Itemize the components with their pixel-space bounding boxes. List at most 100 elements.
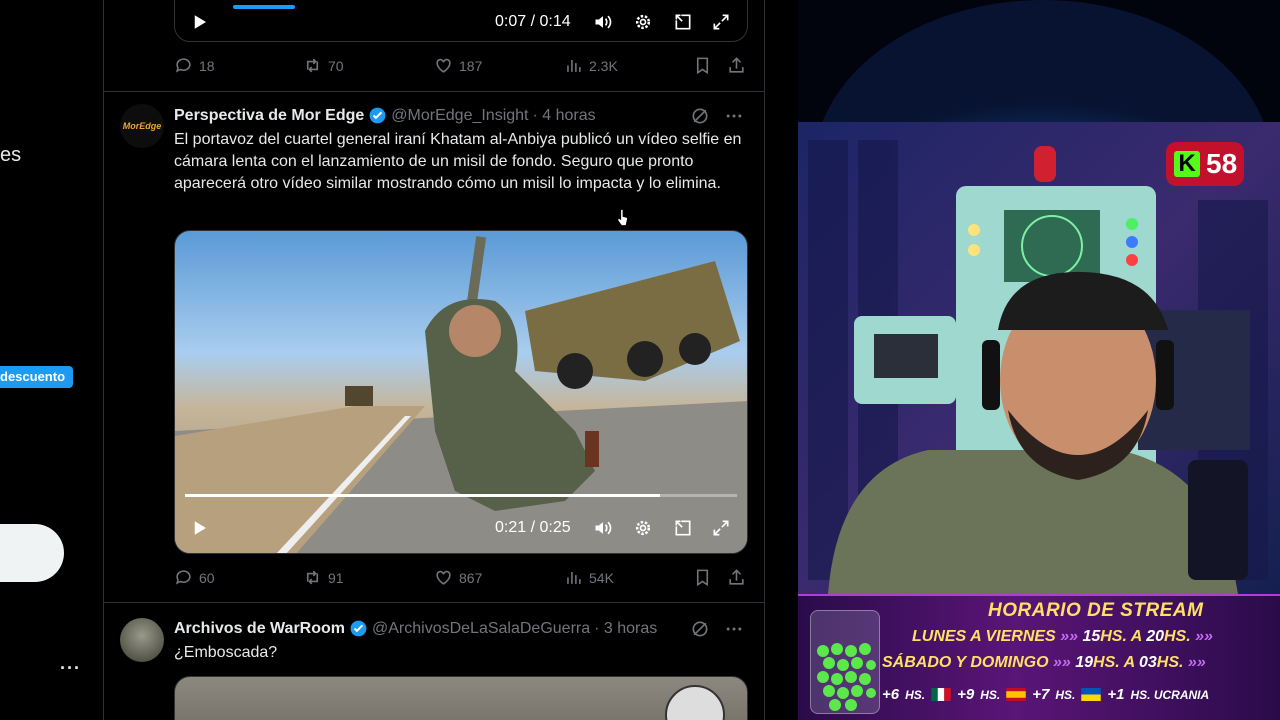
bookmark-icon[interactable] — [693, 568, 712, 587]
mouse-cursor-icon — [617, 209, 628, 226]
heart-icon — [436, 570, 451, 585]
pip-icon[interactable] — [673, 518, 693, 538]
reply-button[interactable]: 18 — [174, 56, 215, 75]
schedule-row-weekdays: LUNES A VIERNES »» 15HS. A 20HS. »» — [912, 628, 1213, 646]
media-watermark-logo — [665, 685, 725, 720]
arrow-icon: »» — [1053, 654, 1071, 671]
arrow-icon: »» — [1060, 628, 1078, 645]
like-button[interactable]: 187 — [434, 56, 482, 75]
video-controls: 0:21 / 0:25 — [175, 503, 747, 553]
play-icon[interactable] — [191, 13, 209, 31]
gumball-jar-icon — [810, 610, 880, 714]
bookmark-icon[interactable] — [693, 56, 712, 75]
top-video[interactable]: 0:07 / 0:14 — [174, 0, 748, 42]
author-name[interactable]: Perspectiva de Mor Edge — [174, 107, 364, 125]
hs-label: HS. — [1100, 628, 1127, 645]
mexico-flag-icon — [931, 688, 951, 701]
author-name[interactable]: Archivos de WarRoom — [174, 620, 345, 638]
video-time: 0:07 / 0:14 — [495, 13, 571, 30]
views-count: 54K — [589, 569, 614, 586]
weekend-end: 03 — [1139, 654, 1157, 671]
share-icon[interactable] — [727, 568, 746, 587]
discount-badge[interactable]: descuento — [0, 366, 74, 388]
weekday-label: LUNES A VIERNES — [912, 628, 1056, 645]
play-icon[interactable] — [191, 519, 209, 537]
repost-button[interactable]: 91 — [303, 568, 344, 587]
views-icon — [567, 571, 581, 584]
jar-contents — [817, 643, 876, 711]
weekend-start: 19 — [1075, 654, 1094, 671]
volume-icon[interactable] — [593, 518, 613, 538]
author-handle[interactable]: @ArchivosDeLaSalaDeGuerra — [372, 620, 590, 638]
timezone-row: +6 HS. +9 HS. +7 HS. +1 HS. UCRANIA — [882, 686, 1209, 703]
nav-item-partial[interactable]: es — [0, 144, 21, 167]
arrow-icon: »» — [1195, 628, 1213, 645]
post-text: El portavoz del cuartel general iraní Kh… — [174, 131, 742, 192]
video-controls: 0:07 / 0:14 — [175, 3, 747, 41]
to-label: A — [1123, 654, 1135, 671]
video-scrubber-fill — [185, 494, 660, 497]
post-media[interactable] — [174, 676, 748, 720]
ukraine-flag-icon — [1081, 688, 1102, 701]
repost-icon — [306, 570, 319, 585]
video-time: 0:21 / 0:25 — [495, 519, 571, 536]
hs-label: HS. — [1156, 654, 1184, 671]
heart-icon — [436, 58, 451, 73]
fullscreen-icon[interactable] — [711, 518, 731, 538]
post-timestamp[interactable]: · 3 horas — [594, 620, 657, 638]
post-video[interactable]: 0:21 / 0:25 — [174, 230, 748, 554]
reply-icon — [175, 58, 191, 73]
post-button[interactable] — [0, 524, 64, 582]
like-count: 867 — [459, 569, 483, 586]
kick-logo-icon: K — [1174, 151, 1200, 177]
tz-offset: +1 — [1107, 686, 1125, 703]
repost-button[interactable]: 70 — [303, 56, 344, 75]
fullscreen-icon[interactable] — [711, 12, 731, 32]
weekend-label: SÁBADO Y DOMINGO — [882, 654, 1049, 671]
share-icon[interactable] — [727, 56, 746, 75]
timeline: 0:07 / 0:14 18 70 187 2.3K MorEdge Persp… — [103, 0, 765, 720]
reply-button[interactable]: 60 — [174, 568, 215, 587]
volume-icon[interactable] — [593, 12, 613, 32]
more-options-button[interactable]: ··· — [60, 658, 81, 679]
pip-icon[interactable] — [673, 12, 693, 32]
stream-overlay: K 58 HORARIO DE STREAM LUNES A VIERNES »… — [798, 0, 1280, 720]
ukraine-label: HS. UCRANIA — [1130, 687, 1210, 702]
schedule-row-weekend: SÁBADO Y DOMINGO »» 19HS. A 03HS. »» — [882, 654, 1206, 672]
avatar-moredge[interactable]: MorEdge — [120, 104, 164, 148]
avatar-logo-text: MorEdge — [122, 121, 162, 131]
tz-offset: +6 — [882, 686, 900, 703]
grok-icon[interactable] — [690, 106, 710, 126]
post-text: ¿Emboscada? — [174, 644, 278, 661]
weekday-start: 15 — [1082, 628, 1101, 645]
post-header: Perspectiva de Mor Edge @MorEdge_Insight… — [174, 106, 596, 125]
post-header-actions — [690, 106, 744, 126]
like-button[interactable]: 867 — [434, 568, 482, 587]
more-icon[interactable] — [724, 619, 744, 639]
settings-icon[interactable] — [633, 12, 653, 32]
avatar-warroom[interactable] — [120, 618, 164, 662]
views-button[interactable]: 54K — [564, 568, 614, 587]
hs-label: HS. — [1163, 628, 1191, 645]
post-timestamp[interactable]: · 4 horas — [533, 107, 596, 125]
reply-icon — [175, 570, 191, 585]
hs-label: HS. — [905, 687, 926, 702]
stream-schedule-banner: HORARIO DE STREAM LUNES A VIERNES »» 15H… — [798, 594, 1280, 720]
views-button[interactable]: 2.3K — [564, 56, 618, 75]
like-count: 187 — [459, 57, 483, 74]
grok-icon[interactable] — [690, 619, 710, 639]
tz-offset: +9 — [957, 686, 975, 703]
author-handle[interactable]: @MorEdge_Insight — [391, 107, 528, 125]
weekday-end: 20 — [1146, 628, 1164, 645]
video-scrubber-track[interactable] — [185, 494, 737, 497]
repost-count: 91 — [328, 569, 344, 586]
views-icon — [567, 59, 581, 72]
to-label: A — [1130, 628, 1142, 645]
reply-count: 60 — [199, 569, 215, 586]
more-icon[interactable] — [724, 106, 744, 126]
settings-icon[interactable] — [633, 518, 653, 538]
viewer-count: 58 — [1206, 148, 1238, 179]
repost-icon — [306, 58, 319, 73]
spain-flag-icon — [1006, 688, 1026, 701]
post-divider — [104, 602, 764, 603]
